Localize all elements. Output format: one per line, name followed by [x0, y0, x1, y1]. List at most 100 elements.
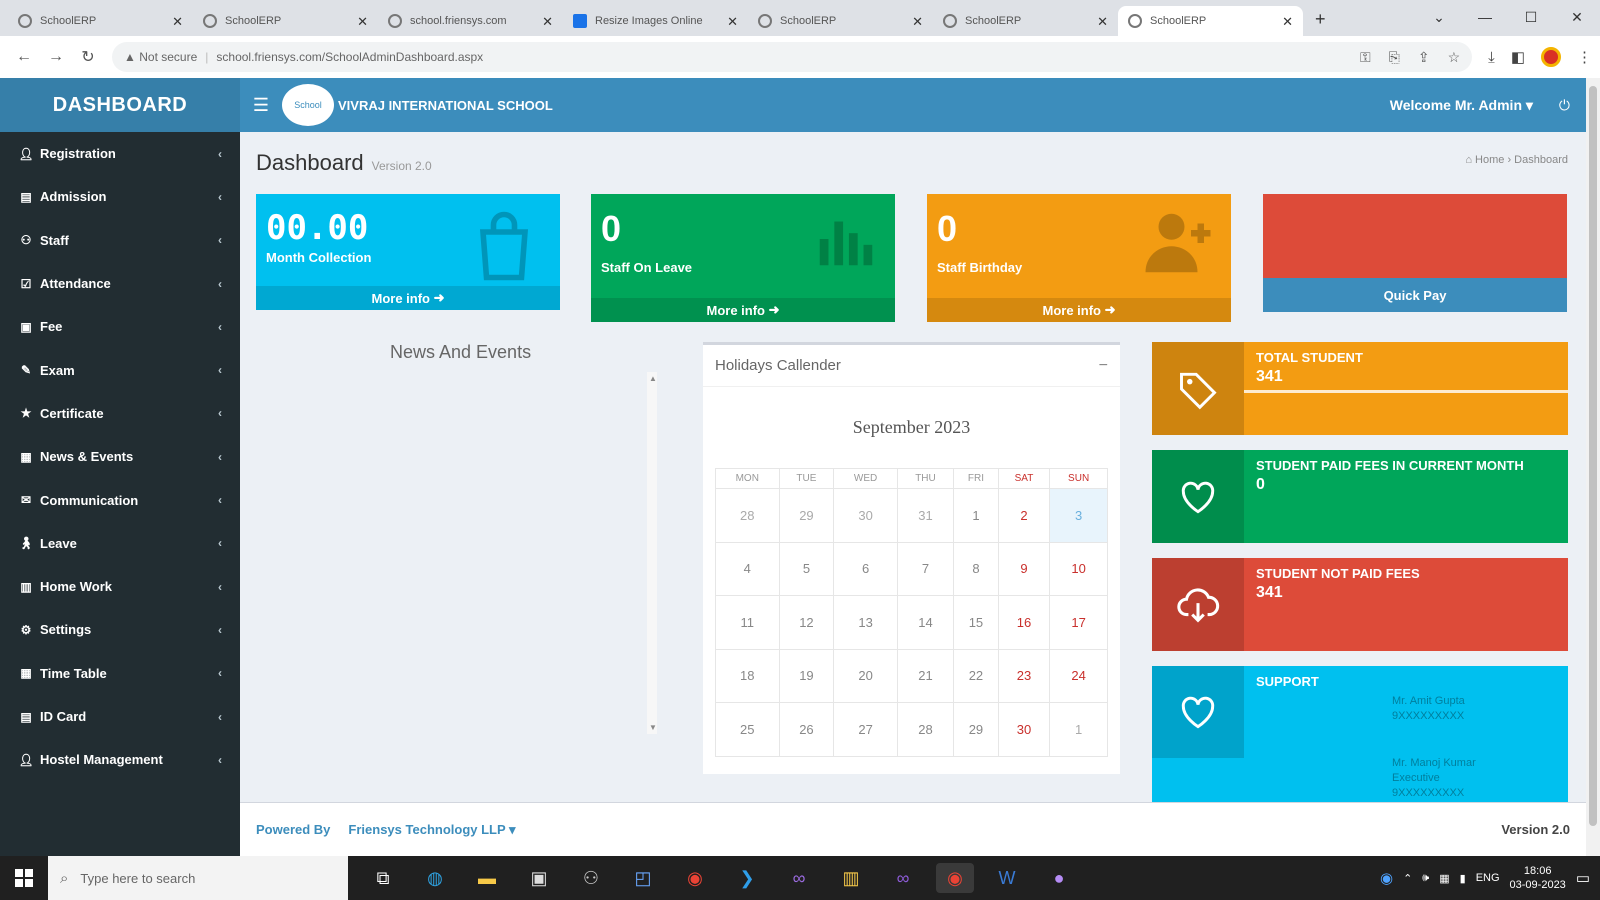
- word-icon[interactable]: W: [988, 863, 1026, 893]
- page-scrollbar[interactable]: [1586, 78, 1600, 856]
- calendar-day[interactable]: 21: [896, 648, 955, 703]
- calendar-day-today[interactable]: 3: [1049, 488, 1108, 543]
- file-explorer-icon[interactable]: ▬: [468, 863, 506, 893]
- sidebar-item-home-work[interactable]: ▥ Home Work ‹: [0, 565, 240, 608]
- calendar-day[interactable]: 30: [997, 702, 1051, 757]
- calendar-day[interactable]: 11: [715, 595, 780, 650]
- close-tab-icon[interactable]: ✕: [727, 14, 738, 30]
- vscode-icon[interactable]: ❯: [728, 863, 766, 893]
- close-tab-icon[interactable]: ✕: [172, 14, 183, 30]
- star-icon[interactable]: ☆: [1448, 49, 1461, 66]
- new-tab-icon[interactable]: +: [1315, 9, 1326, 30]
- browser-tab[interactable]: SchoolERP ✕: [8, 6, 193, 36]
- reload-icon[interactable]: ↻: [72, 47, 104, 67]
- close-tab-icon[interactable]: ✕: [1097, 14, 1108, 30]
- sidebar-item-communication[interactable]: ✉ Communication ‹: [0, 478, 240, 521]
- calendar-day[interactable]: 14: [896, 595, 955, 650]
- close-tab-icon[interactable]: ✕: [542, 14, 553, 30]
- calendar-day[interactable]: 27: [833, 702, 898, 757]
- calendar-day[interactable]: 25: [715, 702, 780, 757]
- sidebar-item-time-table[interactable]: ▦ Time Table ‹: [0, 652, 240, 695]
- network-icon[interactable]: ▦: [1439, 872, 1449, 885]
- calendar-day[interactable]: 10: [1049, 541, 1108, 596]
- calendar-day[interactable]: 18: [715, 648, 780, 703]
- logout-icon[interactable]: ⏻: [1559, 97, 1570, 114]
- calendar-day[interactable]: 7: [896, 541, 955, 596]
- language-indicator[interactable]: ENG: [1476, 872, 1500, 884]
- start-button[interactable]: [0, 869, 48, 887]
- calendar-day[interactable]: 29: [778, 488, 835, 543]
- sidebar-item-id-card[interactable]: ▤ ID Card ‹: [0, 695, 240, 738]
- scroll-up-icon[interactable]: ▲: [649, 374, 657, 383]
- sidebar-item-news-events[interactable]: ▦ News & Events ‹: [0, 435, 240, 478]
- close-tab-icon[interactable]: ✕: [912, 14, 923, 30]
- visual-studio-icon[interactable]: ∞: [780, 863, 818, 893]
- calendar-day[interactable]: 2: [997, 488, 1051, 543]
- sidebar-item-attendance[interactable]: ☑ Attendance ‹: [0, 262, 240, 305]
- github-icon[interactable]: ●: [1040, 863, 1078, 893]
- key-icon[interactable]: ⚿: [1360, 49, 1371, 66]
- sidebar-item-staff[interactable]: ⚇ Staff ‹: [0, 219, 240, 262]
- share-icon[interactable]: ⇪: [1418, 49, 1430, 66]
- calendar-day[interactable]: 5: [778, 541, 835, 596]
- calendar-day[interactable]: 1: [953, 488, 999, 543]
- calendar-day[interactable]: 19: [778, 648, 835, 703]
- quick-pay-button[interactable]: Quick Pay: [1263, 278, 1567, 312]
- staff-birthday-more-info-link[interactable]: More info ➜: [927, 298, 1231, 322]
- profile-avatar[interactable]: [1541, 47, 1561, 67]
- calendar-day[interactable]: 8: [953, 541, 999, 596]
- calendar-day[interactable]: 30: [833, 488, 898, 543]
- minimize-panel-icon[interactable]: −: [1099, 357, 1108, 375]
- battery-icon[interactable]: ▮: [1460, 872, 1466, 885]
- calendar-day[interactable]: 24: [1049, 648, 1108, 703]
- sidebar-item-settings[interactable]: ⚙ Settings ‹: [0, 608, 240, 651]
- sidebar-item-registration[interactable]: 👤︎ Registration ‹: [0, 132, 240, 175]
- student-paid-fees-box[interactable]: STUDENT PAID FEES IN CURRENT MONTH 0: [1152, 450, 1568, 543]
- sidebar-item-hostel-management[interactable]: 👤︎ Hostel Management ‹: [0, 738, 240, 781]
- more-menu-icon[interactable]: ⋮: [1577, 48, 1592, 66]
- translate-icon[interactable]: ⎘: [1389, 49, 1400, 66]
- calendar-day[interactable]: 23: [997, 648, 1051, 703]
- sidebar-item-certificate[interactable]: ★ Certificate ‹: [0, 392, 240, 435]
- sidebar-brand[interactable]: DASHBOARD: [0, 78, 240, 132]
- total-student-box[interactable]: TOTAL STUDENT 341: [1152, 342, 1568, 435]
- news-scrollbar[interactable]: ▲ ▼: [647, 372, 657, 734]
- month-collection-more-info-link[interactable]: More info ➜: [256, 286, 560, 310]
- volume-icon[interactable]: 🕪︎: [1422, 872, 1429, 885]
- maximize-icon[interactable]: ☐: [1508, 0, 1554, 34]
- calendar-day[interactable]: 28: [715, 488, 780, 543]
- calendar-day[interactable]: 20: [833, 648, 898, 703]
- scroll-down-icon[interactable]: ▼: [649, 723, 657, 732]
- sidebar-item-admission[interactable]: ▤ Admission ‹: [0, 175, 240, 218]
- browser-tab[interactable]: SchoolERP ✕: [193, 6, 378, 36]
- calendar-day[interactable]: 31: [896, 488, 955, 543]
- download-icon[interactable]: ⤓: [1488, 49, 1495, 66]
- people-icon[interactable]: ⚇: [572, 863, 610, 893]
- app-icon[interactable]: ◰: [624, 863, 662, 893]
- calendar-day[interactable]: 29: [953, 702, 999, 757]
- calendar-day[interactable]: 16: [997, 595, 1051, 650]
- close-tab-icon[interactable]: ✕: [357, 14, 368, 30]
- chrome-icon[interactable]: ◉: [676, 863, 714, 893]
- calendar-day[interactable]: 28: [896, 702, 955, 757]
- vpn-icon[interactable]: ◉: [1380, 869, 1393, 887]
- minimize-icon[interactable]: —: [1462, 0, 1508, 34]
- calendar-day[interactable]: 4: [715, 541, 780, 596]
- calendar-day[interactable]: 1: [1049, 702, 1108, 757]
- calendar-day[interactable]: 13: [833, 595, 898, 650]
- browser-tab[interactable]: SchoolERP ✕: [933, 6, 1118, 36]
- calendar-day[interactable]: 12: [778, 595, 835, 650]
- store-icon[interactable]: ▣: [520, 863, 558, 893]
- tab-search-icon[interactable]: ⌄: [1416, 0, 1462, 34]
- calendar-day[interactable]: 15: [953, 595, 999, 650]
- calendar-day[interactable]: 26: [778, 702, 835, 757]
- chrome-active-icon[interactable]: ◉: [936, 863, 974, 893]
- company-link[interactable]: Friensys Technology LLP ▾: [348, 822, 515, 838]
- forward-icon[interactable]: →: [40, 48, 72, 66]
- student-not-paid-fees-box[interactable]: STUDENT NOT PAID FEES 341: [1152, 558, 1568, 651]
- calendar-day[interactable]: 17: [1049, 595, 1108, 650]
- sidebar-item-leave[interactable]: 🚶︎ Leave ‹: [0, 522, 240, 565]
- calendar-day[interactable]: 22: [953, 648, 999, 703]
- close-window-icon[interactable]: ✕: [1554, 0, 1600, 34]
- clock[interactable]: 18:06 03-09-2023: [1510, 864, 1566, 892]
